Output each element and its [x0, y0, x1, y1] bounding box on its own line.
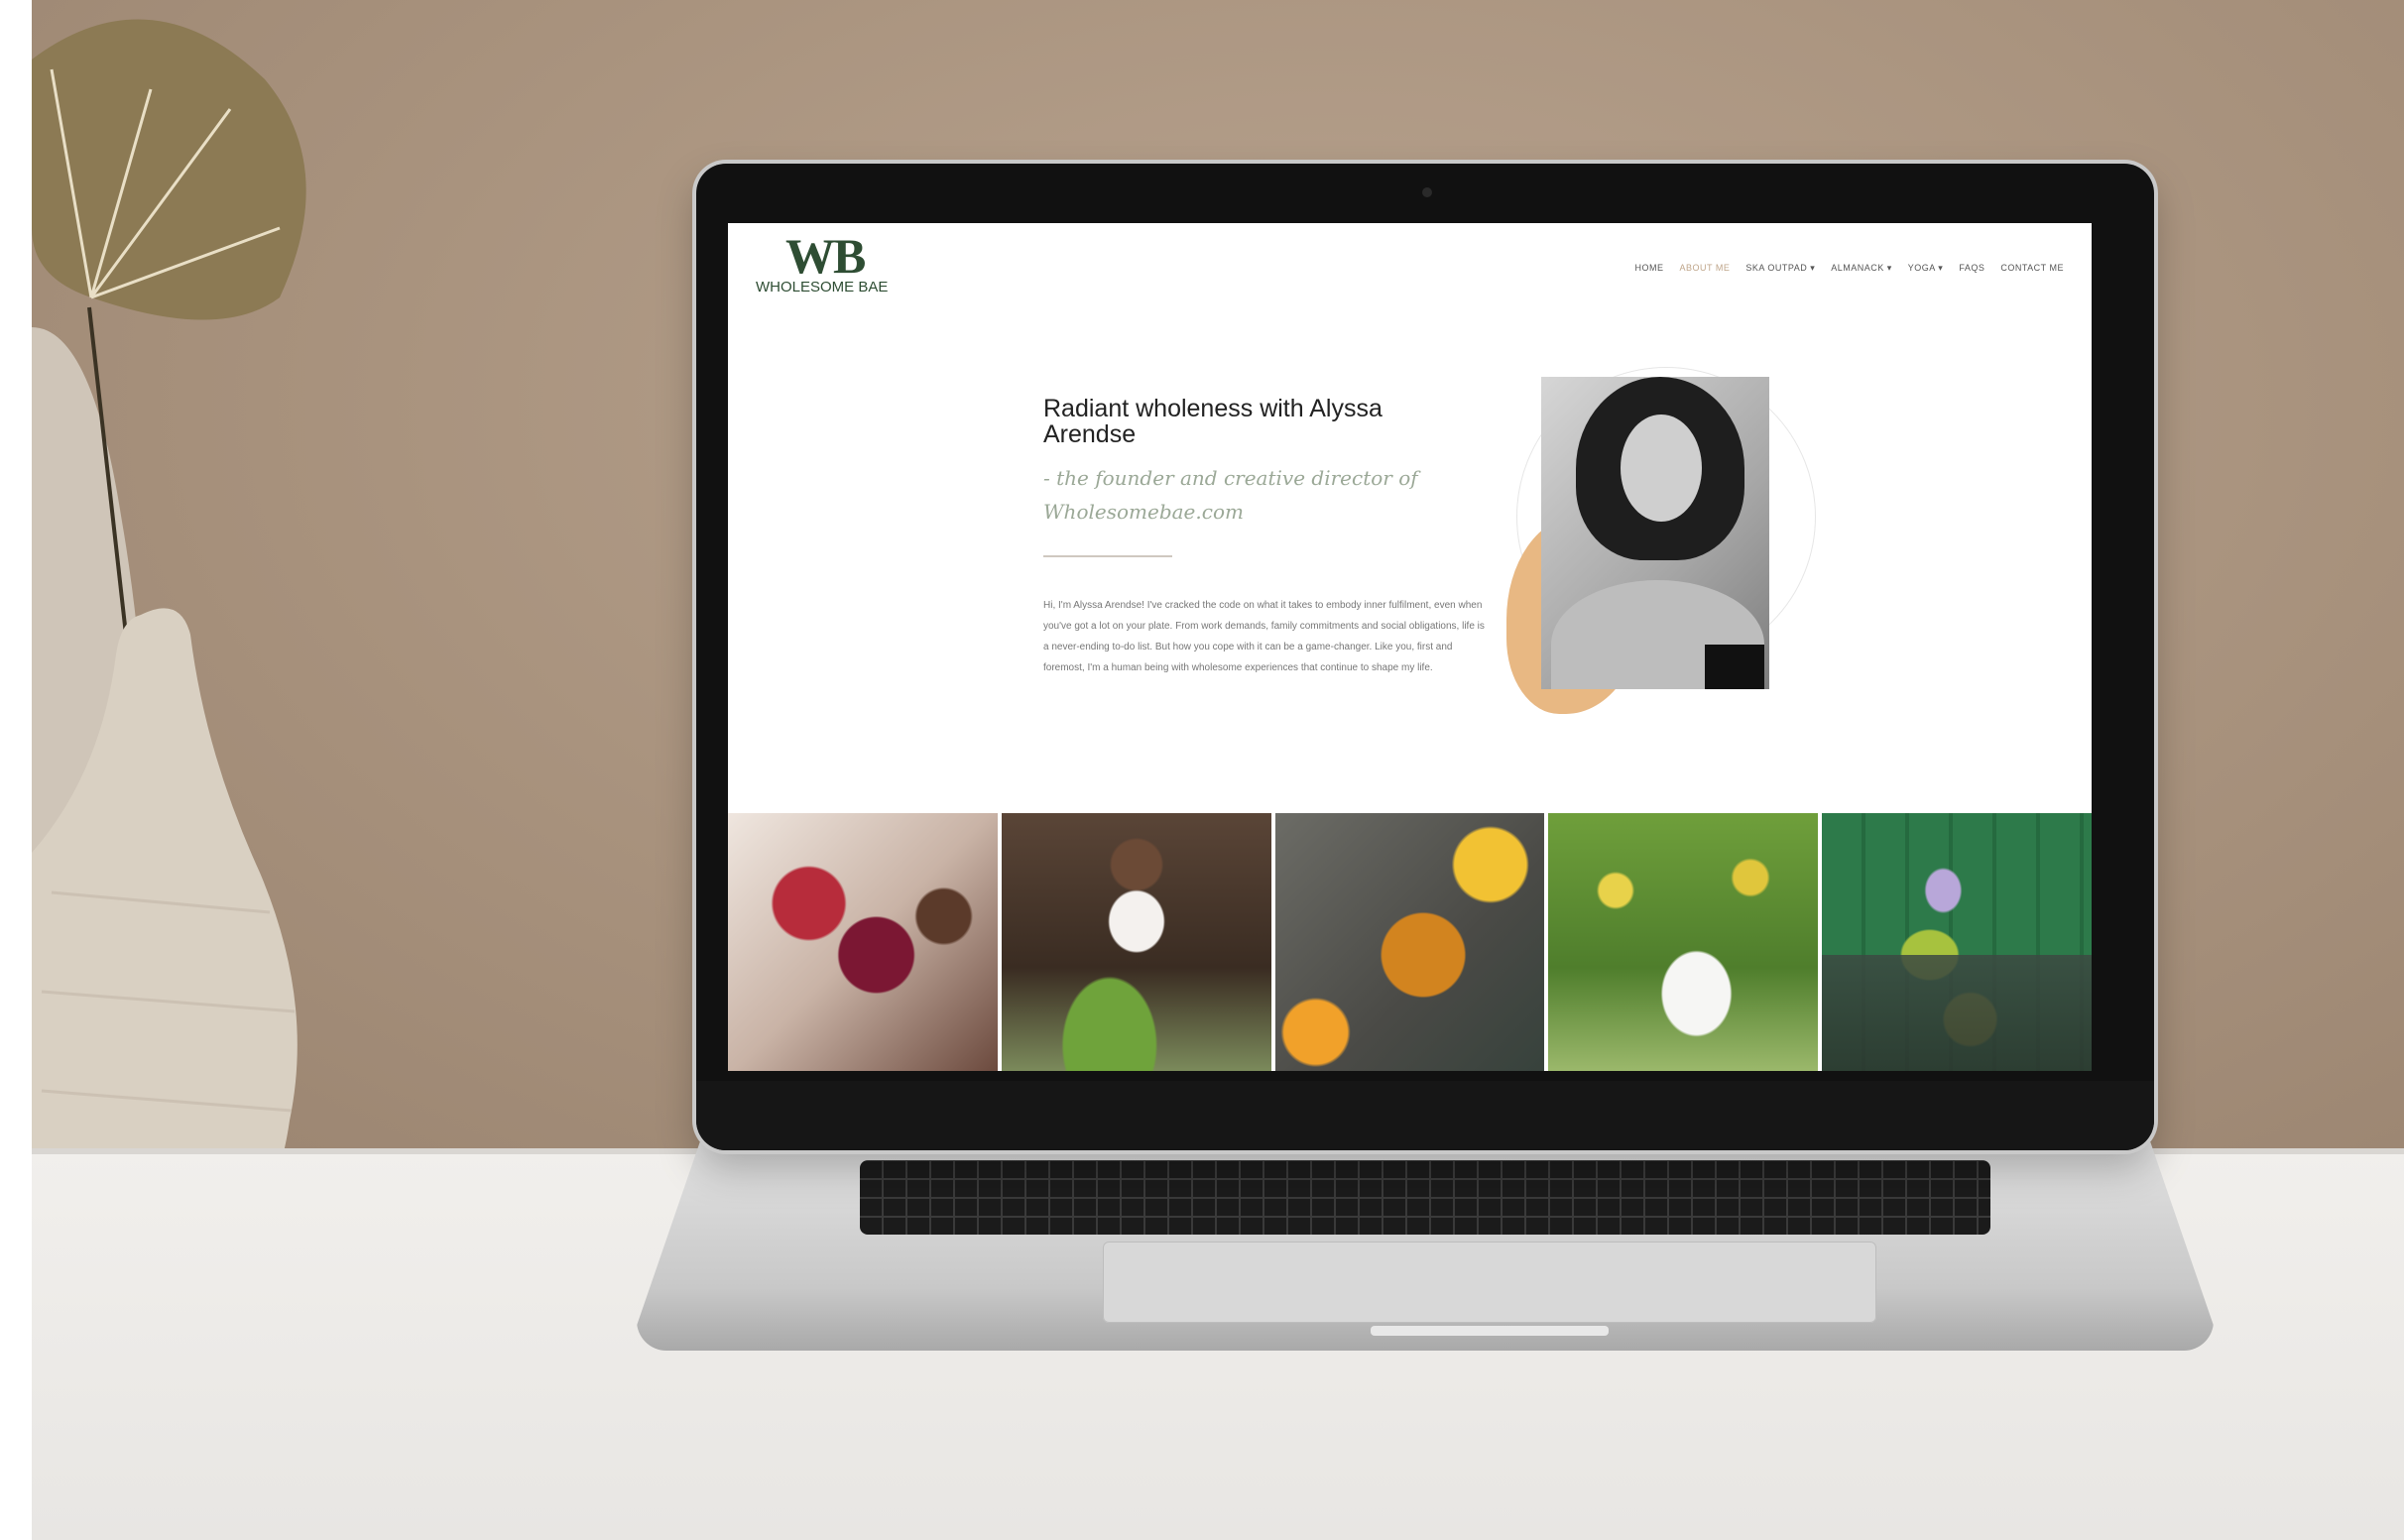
nav-item-home[interactable]: HOME — [1635, 263, 1664, 274]
nav-item-almanack[interactable]: ALMANACK ▾ — [1831, 263, 1892, 274]
website-screen: WB WHOLESOME BAE HOME ABOUT ME SKA OUTPA… — [728, 223, 2092, 1071]
hero-script-subtitle: - the founder and creative director of W… — [1043, 466, 1418, 524]
gallery-photo-lemon-tree[interactable] — [1548, 813, 1819, 1071]
portrait-top — [1705, 645, 1764, 689]
webcam-icon — [1422, 187, 1432, 197]
logo-text: WHOLESOME BAE — [756, 279, 889, 296]
laptop-lid: WB WHOLESOME BAE HOME ABOUT ME SKA OUTPA… — [696, 164, 2154, 1150]
nav-item-about-me[interactable]: ABOUT ME — [1680, 263, 1731, 274]
vase-with-leaf — [32, 19, 306, 1264]
nav-item-faqs[interactable]: FAQS — [1959, 263, 1984, 274]
photo-gallery — [728, 813, 2092, 1071]
nav-item-yoga[interactable]: YOGA ▾ — [1908, 263, 1944, 274]
laptop-chin — [696, 1081, 2154, 1150]
gallery-photo-turmeric-mortar[interactable] — [1274, 813, 1545, 1071]
logo-mark: WB — [785, 228, 866, 284]
keyboard — [860, 1160, 1990, 1235]
gallery-photo-kitchen-cooking[interactable] — [1001, 813, 1271, 1071]
main-nav: HOME ABOUT ME SKA OUTPAD ▾ ALMANACK ▾ YO… — [1635, 263, 2064, 274]
portrait-face — [1621, 415, 1702, 522]
nav-item-contact-me[interactable]: CONTACT ME — [2000, 263, 2064, 274]
portrait-section — [1506, 367, 1816, 734]
leaf — [32, 19, 306, 320]
hero-body-text: Hi, I'm Alyssa Arendse! I've cracked the… — [1043, 600, 1485, 673]
trackpad — [1103, 1242, 1876, 1323]
portrait-photo — [1541, 377, 1769, 689]
nav-item-ska-outpad[interactable]: SKA OUTPAD ▾ — [1745, 263, 1815, 274]
scene: WB WHOLESOME BAE HOME ABOUT ME SKA OUTPA… — [32, 0, 2404, 1540]
laptop-base — [637, 1142, 2214, 1351]
hero-divider — [1043, 555, 1172, 557]
gallery-photo-green-juice[interactable] — [1822, 813, 2092, 1071]
hero-title: Radiant wholeness with Alyssa Arendse — [1043, 395, 1382, 448]
site-logo[interactable]: WB WHOLESOME BAE — [756, 231, 914, 296]
lid-notch — [1371, 1326, 1609, 1336]
gallery-photo-pomegranate-smoothie[interactable] — [728, 813, 998, 1071]
